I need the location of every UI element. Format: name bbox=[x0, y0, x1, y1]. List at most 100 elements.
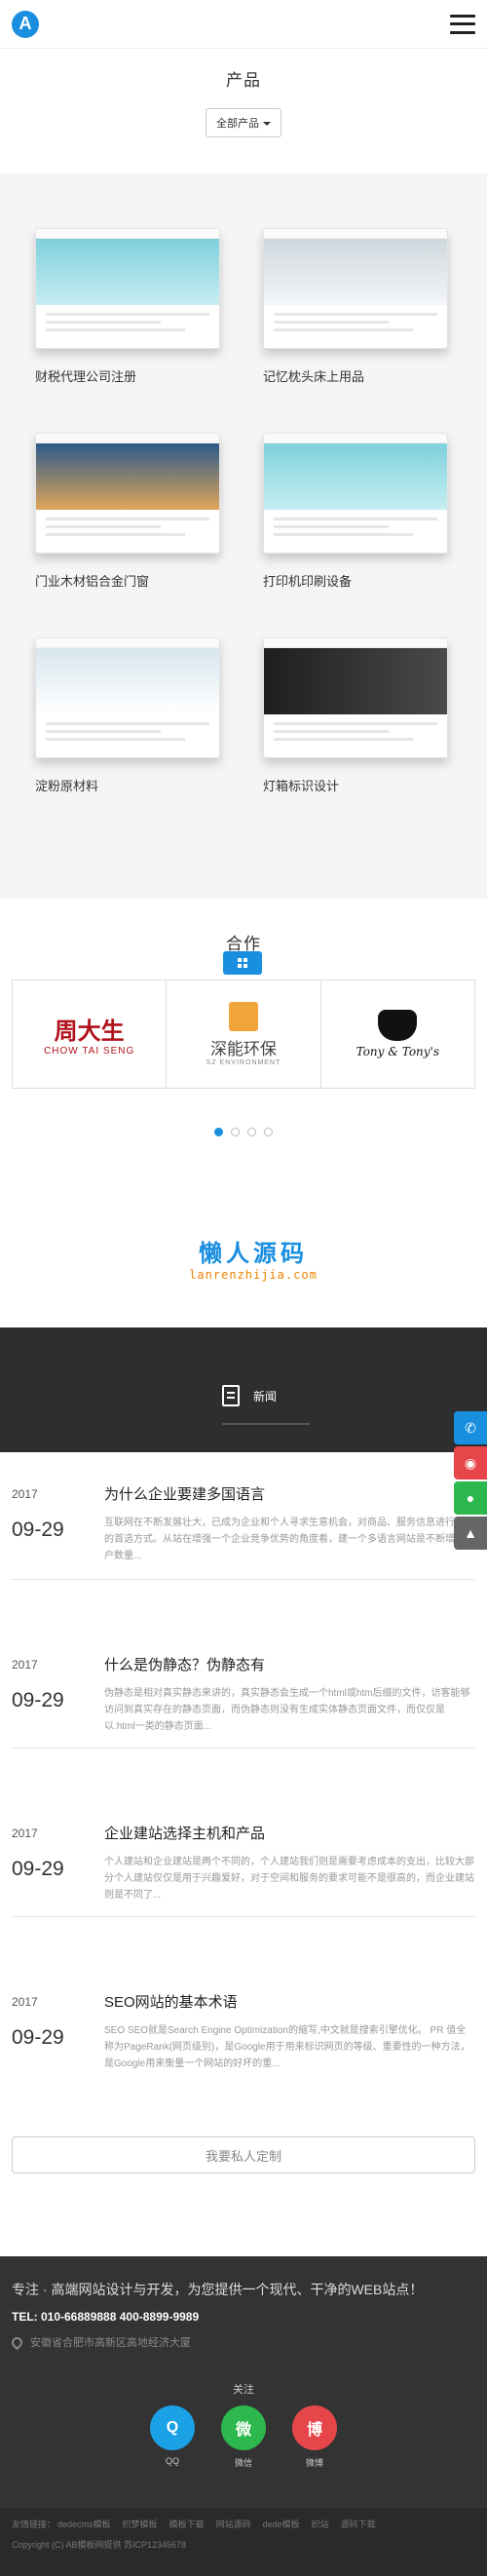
product-label[interactable]: 淀粉原材料 bbox=[35, 776, 224, 794]
grid-icon bbox=[238, 958, 247, 968]
thumbnail-topbar bbox=[36, 434, 219, 443]
products-header: 产品 全部产品 bbox=[0, 49, 487, 173]
watermark: 懒人源码 lanrenzhijia.com bbox=[164, 1228, 343, 1286]
partner-name-en: SZ ENVIRONMENT bbox=[206, 1059, 281, 1066]
product-card[interactable]: 财税代理公司注册 bbox=[35, 228, 224, 433]
news-date: 09-29 bbox=[12, 1858, 64, 1880]
pager-dot[interactable] bbox=[247, 1128, 256, 1136]
hamburger-menu-icon[interactable] bbox=[450, 14, 475, 34]
partner-carousel[interactable]: 周大生 CHOW TAI SENG 深能环保 SZ ENVIRONMENT To… bbox=[12, 980, 475, 1089]
news-title-link[interactable]: 什么是伪静态？伪静态有 bbox=[104, 1654, 265, 1674]
news-date: 09-29 bbox=[12, 1689, 64, 1711]
news-item[interactable]: 2017 09-29 SEO网站的基本术语 SEO SEO就是Search Engin… bbox=[12, 1917, 475, 2086]
friend-link[interactable]: dedecms模板 bbox=[57, 2519, 111, 2529]
products-title: 产品 bbox=[226, 71, 261, 90]
product-grid: 财税代理公司注册 记忆枕头床上用品门业木材铝合金门窗 打印机印刷设备淀粉原材料 灯箱标… bbox=[0, 228, 487, 842]
news-item[interactable]: 2017 09-29 什么是伪静态？伪静态有伪静态是相对真实静态来讲的，真实静态会生… bbox=[12, 1580, 475, 1749]
product-card[interactable]: 灯箱标识设计 bbox=[263, 637, 452, 842]
thumbnail-hero-image bbox=[264, 443, 447, 510]
thumbnail-topbar bbox=[36, 638, 219, 648]
phone-icon: ✆ bbox=[465, 1419, 476, 1436]
friend-link[interactable]: 源码下载 bbox=[341, 2519, 376, 2529]
news-item[interactable]: 2017 09-29 为什么企业要建多国语言 互联网在不断发展壮大，已成为企业和个人寻… bbox=[12, 1452, 475, 1580]
news-title-link[interactable]: 为什么企业要建多国语言 bbox=[104, 1483, 265, 1504]
pager-dot[interactable] bbox=[264, 1128, 273, 1136]
partner-logo-chowtaiseng[interactable]: 周大生 CHOW TAI SENG bbox=[13, 980, 168, 1088]
thumbnail-hero-image bbox=[264, 648, 447, 714]
news-summary: 互联网在不断发展壮大，已成为企业和个人寻求生意机会，对商品、服务信息进行了解的首… bbox=[104, 1518, 474, 1561]
product-label[interactable]: 打印机印刷设备 bbox=[263, 571, 452, 590]
more-products-button[interactable] bbox=[223, 951, 262, 975]
tab-news[interactable]: 新闻 bbox=[222, 1366, 310, 1425]
news-year: 2017 bbox=[12, 1658, 38, 1672]
friend-links: 友情链接： dedecms模板 织梦模板 模板下载 网站源码 dede模板 织站 源码下载 bbox=[12, 2518, 475, 2530]
product-thumbnail[interactable] bbox=[35, 637, 220, 758]
partner-logo-sz-env[interactable]: 深能环保 SZ ENVIRONMENT bbox=[167, 980, 321, 1088]
top-header: A bbox=[0, 0, 487, 49]
product-label[interactable]: 记忆枕头床上用品 bbox=[263, 366, 452, 385]
news-summary: 伪静态是相对真实静态来讲的，真实静态会生成一个html或htm后缀的文件，访客能… bbox=[104, 1688, 470, 1732]
social-icon[interactable]: 博 bbox=[292, 2405, 337, 2450]
thumbnail-text-lines bbox=[46, 518, 209, 541]
thumbnail-hero-image bbox=[36, 239, 219, 305]
product-card[interactable]: 门业木材铝合金门窗 bbox=[35, 433, 224, 637]
social-icon[interactable]: Q bbox=[150, 2405, 195, 2450]
custom-order-button[interactable]: 我要私人定制 bbox=[12, 2136, 475, 2173]
friend-link[interactable]: 网站源码 bbox=[216, 2519, 251, 2529]
footer-slogan: 专注 · 高端网站设计与开发，为您提供一个现代、干净的WEB站点！ bbox=[12, 2282, 424, 2297]
friend-link[interactable]: 织梦模板 bbox=[123, 2519, 158, 2529]
partner-logo-tony[interactable]: Tony & Tony's bbox=[321, 980, 474, 1088]
copyright: Copyright (C) AB模板网提供 苏ICP12345678 bbox=[12, 2540, 187, 2550]
product-thumbnail[interactable] bbox=[263, 433, 448, 554]
thumbnail-text-lines bbox=[274, 313, 437, 336]
product-thumbnail[interactable] bbox=[35, 433, 220, 554]
pager-dot[interactable] bbox=[214, 1128, 223, 1136]
product-label[interactable]: 灯箱标识设计 bbox=[263, 776, 452, 794]
product-label[interactable]: 财税代理公司注册 bbox=[35, 366, 224, 385]
tab-underline bbox=[222, 1423, 310, 1425]
news-title-link[interactable]: SEO网站的基本术语 bbox=[104, 1991, 238, 2012]
news-list: 2017 09-29 为什么企业要建多国语言互联网在不断发展壮大，已成为企业和个人寻… bbox=[0, 1452, 487, 2086]
watermark-en: lanrenzhijia.com bbox=[189, 1268, 318, 1282]
news-tab-bar: 新闻 bbox=[0, 1327, 487, 1452]
wechat-button[interactable]: ● bbox=[454, 1481, 487, 1515]
category-dropdown[interactable]: 全部产品 bbox=[206, 108, 281, 137]
tony-logo-icon bbox=[378, 1010, 418, 1041]
footer-address: 安徽省合肥市高新区高地经济大厦 bbox=[9, 2334, 191, 2350]
product-thumbnail[interactable] bbox=[263, 228, 448, 349]
footer-address-text: 安徽省合肥市高新区高地经济大厦 bbox=[30, 2337, 191, 2349]
thumbnail-topbar bbox=[264, 434, 447, 443]
social-link[interactable]: 微微信 bbox=[221, 2405, 266, 2469]
caret-down-icon bbox=[263, 122, 271, 127]
footer-bottom: 友情链接： dedecms模板 织梦模板 模板下载 网站源码 dede模板 织站 源码下载 C… bbox=[0, 2508, 487, 2576]
product-thumbnail[interactable] bbox=[35, 228, 220, 349]
social-icon[interactable]: 微 bbox=[221, 2405, 266, 2450]
weibo-button[interactable]: ◉ bbox=[454, 1446, 487, 1480]
thumbnail-topbar bbox=[264, 638, 447, 648]
product-label[interactable]: 门业木材铝合金门窗 bbox=[35, 571, 224, 590]
partner-name-cn: 深能环保 bbox=[209, 1040, 277, 1058]
news-summary: 个人建站和企业建站是两个不同的，个人建站我们则是需要考虑成本的支出，比较大部分个… bbox=[104, 1857, 474, 1901]
friend-link[interactable]: dede模板 bbox=[263, 2519, 300, 2529]
social-link[interactable]: 博微博 bbox=[292, 2405, 337, 2469]
pager-dot[interactable] bbox=[231, 1128, 240, 1136]
friend-link[interactable]: 织站 bbox=[312, 2519, 329, 2529]
phone-button[interactable]: ✆ bbox=[454, 1411, 487, 1444]
product-thumbnail[interactable] bbox=[263, 637, 448, 758]
product-card[interactable]: 淀粉原材料 bbox=[35, 637, 224, 842]
news-date: 09-29 bbox=[12, 1519, 64, 1541]
wechat-icon: ● bbox=[466, 1490, 475, 1506]
social-link[interactable]: Q QQ bbox=[150, 2405, 195, 2469]
location-pin-icon bbox=[9, 2334, 25, 2350]
news-title-link[interactable]: 企业建站选择主机和产品 bbox=[104, 1823, 265, 1843]
thumbnail-topbar bbox=[264, 229, 447, 239]
social-name: 微博 bbox=[305, 2458, 323, 2468]
thumbnail-text-lines bbox=[46, 722, 209, 746]
back-to-top-button[interactable]: ▲ bbox=[454, 1517, 487, 1550]
news-item[interactable]: 2017 09-29 企业建站选择主机和产品 个人建站和企业建站是两个不同的，个人建站… bbox=[12, 1749, 475, 1917]
product-card[interactable]: 打印机印刷设备 bbox=[263, 433, 452, 637]
friend-link[interactable]: 模板下载 bbox=[169, 2519, 205, 2529]
social-links: Q QQ 微微信博微博 bbox=[0, 2405, 487, 2469]
site-logo[interactable]: A bbox=[12, 10, 39, 38]
product-card[interactable]: 记忆枕头床上用品 bbox=[263, 228, 452, 433]
